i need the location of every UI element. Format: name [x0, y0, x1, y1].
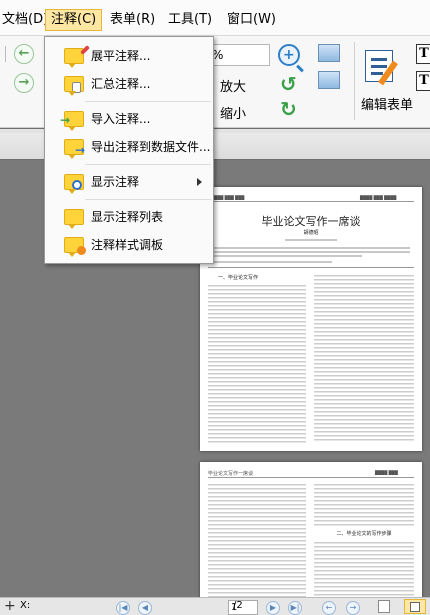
menu-item-label: 导入注释... — [91, 112, 151, 126]
page1-affiliation — [285, 239, 337, 241]
rotate-left-icon[interactable]: ↺ — [280, 74, 297, 94]
toolbar-handle — [0, 46, 6, 62]
page2-header-left: 毕业论文写作一席谈 — [208, 471, 254, 477]
page1-author: 胡德昭 — [303, 230, 319, 236]
edit-form-icon[interactable] — [365, 46, 399, 86]
show-comment-icon — [64, 174, 84, 194]
zoom-in-label[interactable]: 放大 — [220, 76, 246, 95]
menu-item-label: 导出注释到数据文件... — [91, 140, 211, 154]
comment-style-icon — [64, 237, 86, 257]
menu-item-comment-style-palette[interactable]: 注释样式调板 — [46, 232, 212, 258]
page1-title: 毕业论文写作一席谈 — [261, 215, 361, 228]
menu-separator — [85, 164, 211, 165]
crosshair-icon: + — [4, 598, 16, 614]
x-coordinate-label: X: — [20, 600, 31, 611]
comment-menu-dropdown: 展平注释... 汇总注释... → 导入注释... → 导出注释到数据文件...… — [44, 36, 214, 264]
menu-item-comment-list[interactable]: 显示注释列表 — [46, 204, 212, 230]
page2-column-left — [208, 482, 306, 600]
edit-form-label[interactable]: 编辑表单 — [361, 94, 413, 113]
import-comment-icon: → — [60, 111, 84, 131]
text-tool-icon[interactable]: T — [416, 44, 430, 64]
page1-divider — [208, 267, 414, 268]
menu-separator — [85, 199, 211, 200]
menu-tools[interactable]: 工具(T) — [163, 9, 217, 31]
submenu-arrow-icon — [197, 178, 202, 186]
text-field-icon[interactable]: T — [416, 71, 430, 91]
flatten-comment-icon — [64, 45, 90, 68]
next-page-icon[interactable]: ▶ — [266, 601, 280, 615]
menu-item-label: 注释样式调板 — [91, 238, 164, 252]
status-bar: + X: |◀ ◀ 1 /2 ▶ ▶| ← → — [0, 597, 430, 615]
menu-item-show-comments[interactable]: 显示注释 — [46, 169, 212, 195]
previous-page-icon[interactable]: ◀ — [138, 601, 152, 615]
menu-item-export-comments[interactable]: → 导出注释到数据文件... — [46, 134, 212, 160]
page1-abstract — [212, 247, 410, 249]
single-page-icon[interactable] — [378, 600, 390, 613]
menu-item-label: 显示注释 — [91, 175, 140, 189]
last-page-icon[interactable]: ▶| — [288, 601, 302, 615]
page1-section-heading: 一、毕业论文写作 — [218, 275, 259, 281]
page2-header-right: ████ ███ — [375, 470, 398, 475]
export-comment-icon: → — [64, 139, 85, 159]
menu-item-label: 显示注释列表 — [91, 210, 164, 224]
page1-keywords — [212, 261, 332, 263]
page-total: /2 — [233, 600, 243, 611]
page1-header-rule — [208, 201, 414, 202]
continuous-page-icon[interactable] — [404, 599, 426, 614]
document-page-2[interactable]: 毕业论文写作一席谈 ████ ███ 二、毕业论文的写作步骤 — [200, 462, 422, 602]
comment-list-icon — [64, 209, 84, 229]
summarize-comment-icon — [64, 76, 84, 96]
document-page-1[interactable]: █████ ███ ███ ████ ███ ████ 毕业论文写作一席谈 胡德… — [200, 187, 422, 451]
back-icon[interactable]: ← — [14, 44, 34, 64]
next-view-icon[interactable]: → — [346, 601, 360, 615]
menu-bar: 文档(D) 注释(C) 表单(R) 工具(T) 窗口(W) — [0, 0, 430, 36]
page2-header-rule — [208, 477, 414, 478]
first-page-icon[interactable]: |◀ — [116, 601, 130, 615]
page2-column-right-lower — [314, 540, 414, 600]
menu-separator — [85, 101, 211, 102]
menu-comment[interactable]: 注释(C) — [45, 9, 103, 31]
page1-column-left — [208, 283, 306, 443]
menu-item-import-comments[interactable]: → 导入注释... — [46, 106, 212, 132]
page2-column-right — [314, 482, 414, 526]
menu-item-flatten-comments[interactable]: 展平注释... — [46, 43, 212, 69]
page1-header-right: ████ ███ ████ — [360, 195, 397, 200]
zoom-field[interactable]: % — [208, 44, 270, 66]
page1-abstract — [212, 251, 410, 253]
page1-column-right — [314, 273, 414, 443]
page2-section-heading: 二、毕业论文的写作步骤 — [336, 531, 392, 537]
page1-abstract — [212, 255, 362, 257]
menu-item-summarize-comments[interactable]: 汇总注释... — [46, 71, 212, 97]
menu-item-label: 展平注释... — [91, 49, 151, 63]
zoom-in-icon[interactable]: + — [278, 44, 300, 66]
toolbar-separator — [354, 42, 355, 120]
forward-icon[interactable]: → — [14, 73, 34, 93]
add-image-icon[interactable] — [318, 71, 340, 89]
rotate-right-icon[interactable]: ↻ — [280, 99, 297, 119]
image-tool-icon[interactable] — [318, 44, 340, 62]
previous-view-icon[interactable]: ← — [322, 601, 336, 615]
menu-window[interactable]: 窗口(W) — [222, 9, 281, 31]
menu-form[interactable]: 表单(R) — [105, 9, 160, 31]
zoom-out-label[interactable]: 缩小 — [220, 103, 246, 122]
menu-item-label: 汇总注释... — [91, 77, 151, 91]
